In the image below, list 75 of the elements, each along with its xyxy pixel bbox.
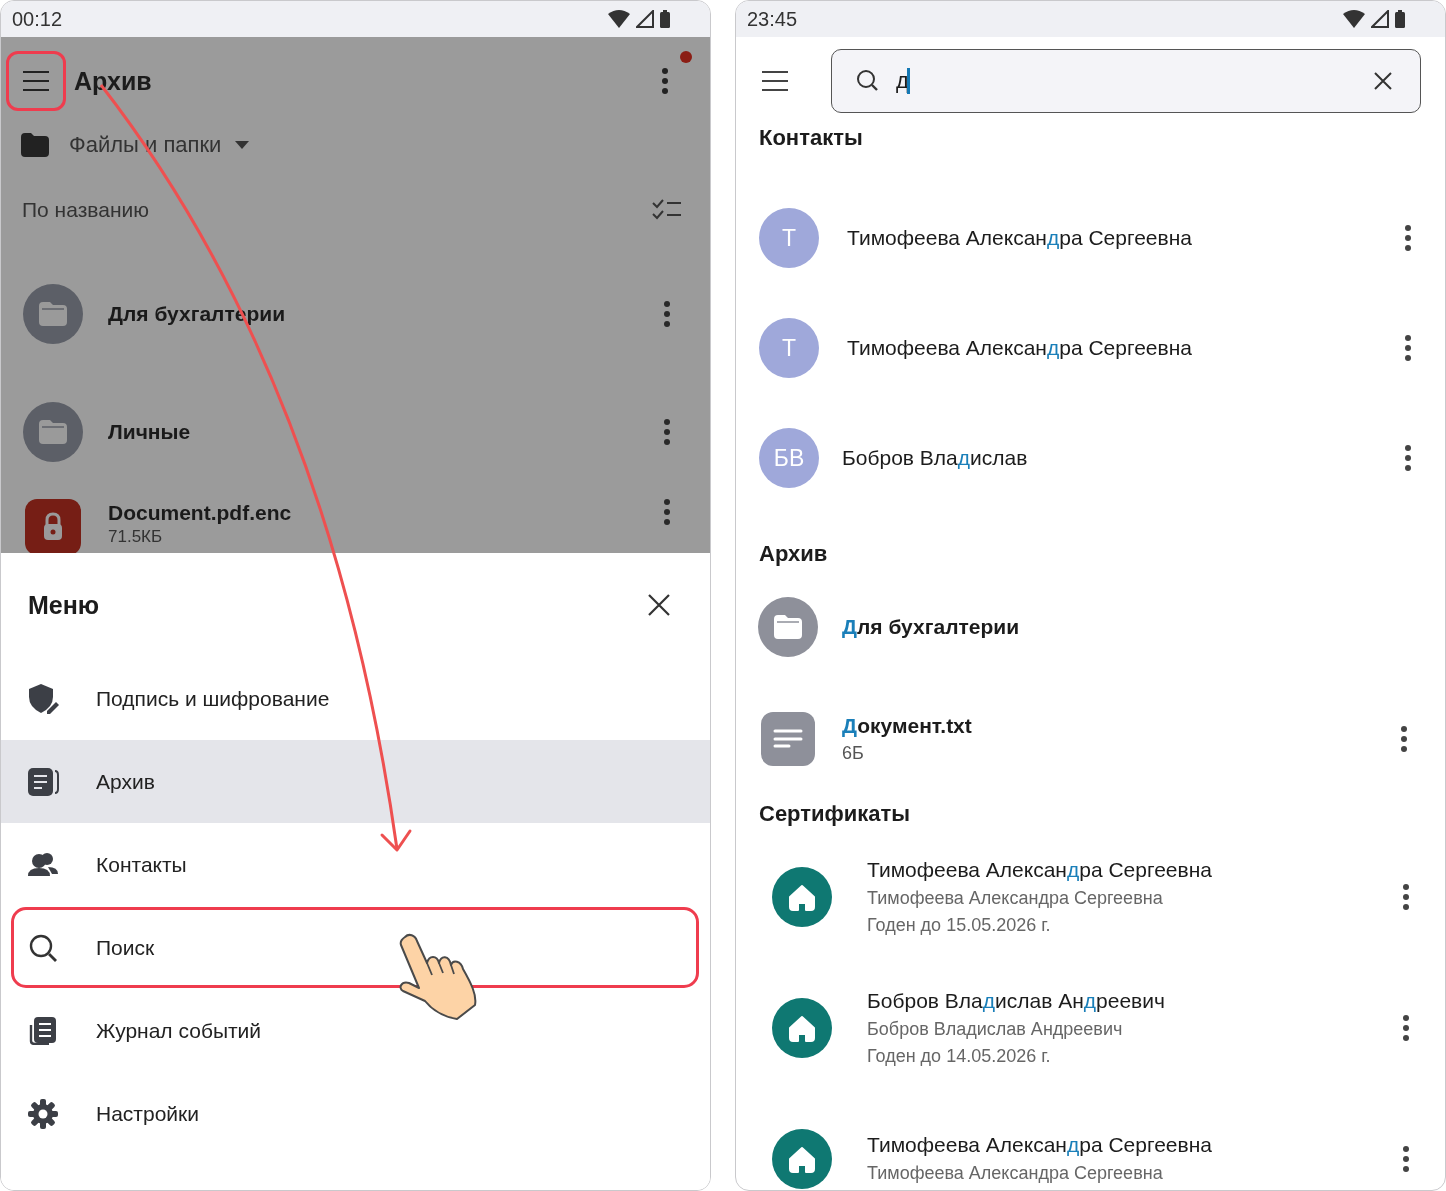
sheet-title: Меню: [28, 590, 100, 620]
close-icon[interactable]: [648, 594, 670, 616]
menu-item[interactable]: Поиск: [10, 906, 700, 989]
more-options-icon[interactable]: [1403, 1145, 1409, 1172]
archive-item[interactable]: Документ.txt 6Б: [736, 683, 1445, 795]
contact-item[interactable]: Т Тимофеева Александра Сергеевна: [736, 183, 1445, 293]
section-heading: Контакты: [758, 125, 864, 152]
certificate-name: Тимофеева Александра Сергеевна: [867, 857, 1213, 882]
more-options-icon[interactable]: [1405, 335, 1411, 361]
validity-date: Годен до 15.05.2026 г.: [867, 914, 1052, 936]
more-options-icon[interactable]: [1403, 883, 1409, 910]
file-size: 71.5КБ: [108, 527, 164, 547]
more-options-icon[interactable]: [662, 68, 668, 94]
more-options-icon[interactable]: [1405, 225, 1411, 251]
menu-item[interactable]: Архив: [1, 740, 710, 823]
text-file-icon: [761, 712, 815, 766]
more-options-icon[interactable]: [664, 499, 670, 525]
more-options-icon[interactable]: [1403, 1014, 1409, 1041]
folder-icon: [23, 402, 83, 462]
document-stack-icon: [27, 766, 59, 797]
battery-icon: [660, 10, 670, 28]
more-options-icon[interactable]: [664, 301, 670, 327]
menu-icon[interactable]: [761, 70, 789, 92]
status-time: 00:12: [12, 7, 63, 31]
item-name: Документ.txt: [842, 714, 973, 738]
folder-icon: [23, 284, 83, 344]
file-name: Document.pdf.enc: [108, 501, 293, 525]
archive-item[interactable]: Для бухгалтерии: [736, 571, 1445, 683]
menu-button[interactable]: [6, 51, 66, 111]
file-size: 6Б: [842, 743, 865, 764]
signal-icon: [636, 10, 654, 28]
more-options-icon[interactable]: [664, 419, 670, 445]
certificate-item[interactable]: Тимофеева Александра Сергеевна Тимофеева Александра Сергеевна Годен до 15.05.2026 г.: [736, 831, 1445, 962]
screen-title: Архив: [74, 66, 153, 96]
certificate-owner: Бобров Владислав Андреевич: [867, 1018, 1124, 1040]
contact-name: Бобров Владислав: [842, 446, 1029, 470]
certificate-name: Бобров Владислав Андреевич: [867, 988, 1166, 1013]
certificate-owner: Тимофеева Александра Сергеевна: [867, 1163, 1164, 1184]
signal-icon: [1371, 10, 1389, 28]
checklist-icon[interactable]: [652, 199, 682, 221]
file-name: Личные: [108, 420, 192, 444]
wifi-icon: [1343, 10, 1365, 28]
contact-name: Тимофеева Александра Сергеевна: [847, 226, 1193, 250]
item-name: Для бухгалтерии: [842, 615, 1021, 639]
journal-icon: [29, 1016, 57, 1045]
wifi-icon: [608, 10, 630, 28]
folder-icon: [21, 133, 49, 157]
certificate-owner: Тимофеева Александра Сергеевна: [867, 887, 1164, 909]
avatar: Т: [759, 318, 819, 378]
more-options-icon[interactable]: [1401, 726, 1407, 752]
avatar: БВ: [759, 428, 819, 488]
section-heading: Архив: [758, 541, 829, 568]
avatar: Т: [759, 208, 819, 268]
house-icon: [772, 997, 832, 1058]
shield-pen-icon: [27, 682, 59, 715]
menu-icon: [22, 70, 50, 92]
sort-button[interactable]: По названию: [22, 198, 149, 222]
house-icon: [772, 866, 832, 927]
certificate-name: Тимофеева Александра Сергеевна: [867, 1133, 1213, 1157]
search-icon: [28, 932, 58, 963]
caret-icon: [235, 141, 250, 149]
more-options-icon[interactable]: [1405, 445, 1411, 471]
search-icon: [856, 69, 880, 93]
contact-item[interactable]: Т Тимофеева Александра Сергеевна: [736, 293, 1445, 403]
clear-icon[interactable]: [1374, 72, 1392, 90]
status-time: 23:45: [747, 7, 798, 31]
folder-icon: [758, 597, 818, 657]
section-heading: Сертификаты: [758, 801, 912, 828]
battery-icon: [1395, 10, 1405, 28]
contact-item[interactable]: БВ Бобров Владислав: [736, 403, 1445, 513]
certificate-item[interactable]: Тимофеева Александра Сергеевна Тимофеева Александра Сергеевна: [736, 1093, 1445, 1190]
validity-date: Годен до 14.05.2026 г.: [867, 1045, 1052, 1067]
certificate-item[interactable]: Бобров Владислав Андреевич Бобров Владислав Андреевич Годен до 14.05.2026 г.: [736, 962, 1445, 1093]
people-icon: [28, 851, 58, 878]
contact-name: Тимофеева Александра Сергеевна: [847, 336, 1193, 360]
